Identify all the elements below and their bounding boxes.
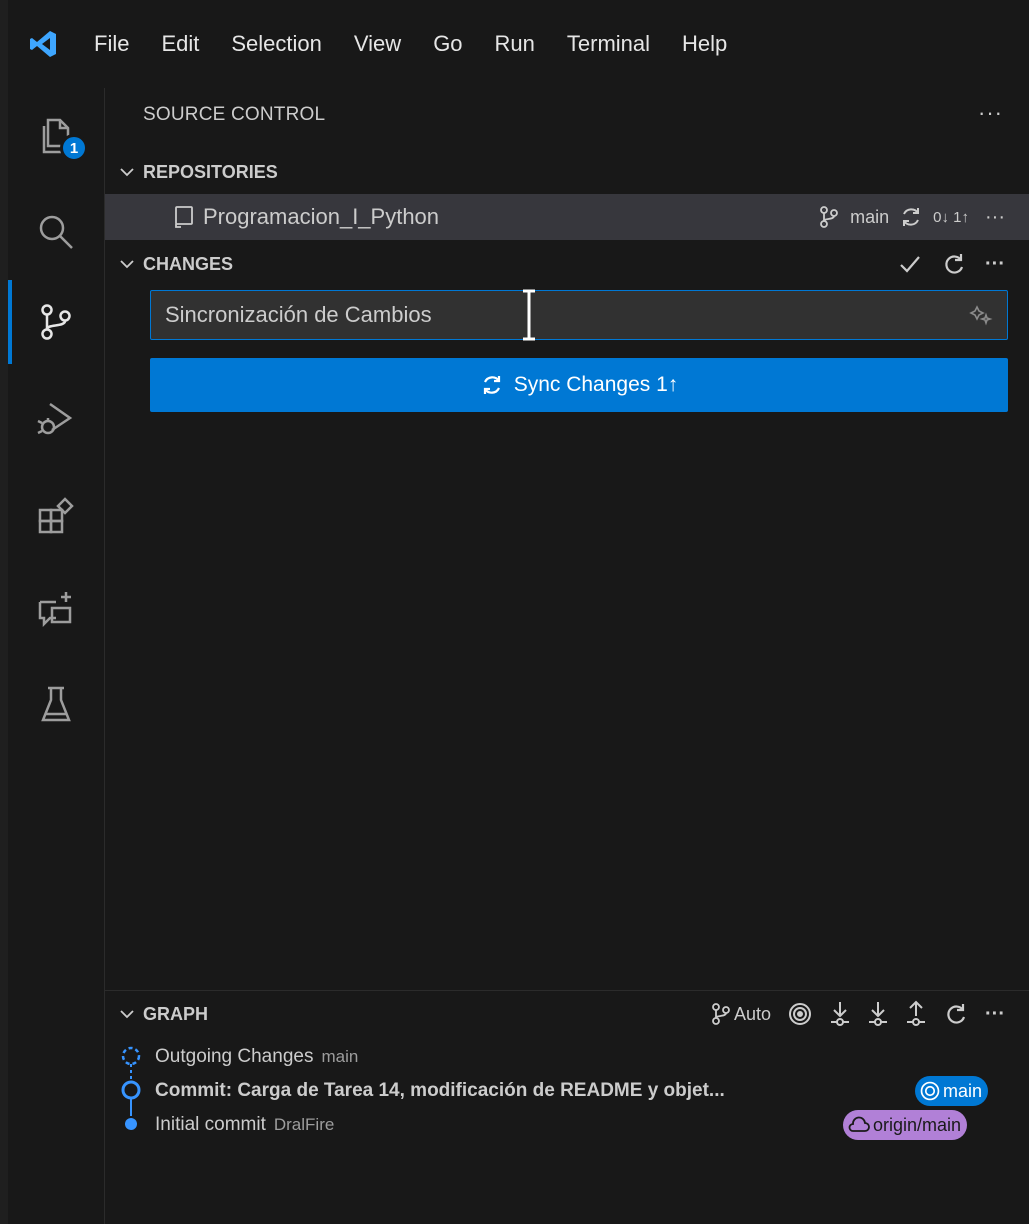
branch-icon [712, 1003, 730, 1025]
repositories-header[interactable]: REPOSITORIES [105, 150, 1029, 194]
menu-edit[interactable]: Edit [161, 27, 199, 61]
remote-branch-label: origin/main [873, 1114, 962, 1135]
extensions-icon [38, 497, 74, 534]
graph-row-outgoing[interactable]: Outgoing Changes main [155, 1040, 358, 1074]
activity-testing[interactable] [8, 656, 104, 752]
commit-message-input[interactable] [163, 301, 927, 329]
graph-branch-mode-label: Auto [733, 1003, 772, 1024]
graph-toolbar: Auto ··· [710, 1000, 1005, 1028]
refresh-icon[interactable] [943, 1001, 969, 1027]
remote-branch-pill: origin/main [843, 1110, 968, 1140]
sidebar-more-button[interactable]: ··· [978, 100, 1003, 126]
vscode-logo-icon [30, 31, 56, 57]
check-icon[interactable] [897, 251, 923, 277]
push-icon[interactable] [905, 1000, 927, 1028]
fetch-icon[interactable] [829, 1000, 851, 1028]
sync-icon[interactable] [899, 205, 923, 229]
menu-bar: File Edit Selection View Go Run Terminal… [8, 0, 1029, 88]
activity-bar: 1 [8, 88, 105, 1224]
vscode-window: File Edit Selection View Go Run Terminal… [8, 0, 1029, 1224]
source-control-icon [41, 304, 71, 340]
branch-icon[interactable] [818, 205, 840, 229]
graph-label: GRAPH [143, 1003, 209, 1024]
menu-file[interactable]: File [94, 27, 129, 61]
source-control-sidebar: SOURCE CONTROL ··· REPOSITORIES Programa… [105, 88, 1029, 1224]
changes-more-icon[interactable]: ··· [985, 253, 1005, 276]
repo-branch[interactable]: main [850, 207, 889, 228]
menu-terminal[interactable]: Terminal [567, 27, 650, 61]
explorer-badge: 1 [60, 134, 88, 162]
menu-view[interactable]: View [354, 27, 401, 61]
graph-lines [121, 1046, 141, 1130]
sync-changes-label: Sync Changes 1↑ [513, 373, 679, 396]
local-branch-label: main [943, 1080, 983, 1101]
sync-changes-button[interactable]: Sync Changes 1↑ [150, 358, 1008, 412]
text-cursor-icon [523, 289, 535, 341]
graph-row-title: Outgoing Changes [155, 1046, 314, 1067]
graph-divider [105, 990, 1029, 991]
graph-row-title: Initial commit [155, 1114, 266, 1135]
changes-label: CHANGES [143, 253, 234, 274]
activity-search[interactable] [8, 184, 104, 280]
repo-more-icon[interactable]: ··· [985, 206, 1005, 229]
changes-header[interactable]: CHANGES ··· [105, 242, 1029, 286]
graph-row-meta: DralFire [273, 1115, 335, 1134]
sidebar-title: SOURCE CONTROL [143, 104, 326, 125]
repo-icon [175, 206, 193, 228]
run-debug-icon [37, 402, 73, 435]
repo-sync-status[interactable]: 0↓ 1↑ [933, 209, 969, 226]
pull-icon[interactable] [867, 1000, 889, 1028]
graph-row-meta: main [321, 1047, 359, 1066]
menu-help[interactable]: Help [682, 27, 727, 61]
graph-header[interactable]: GRAPH Auto ··· [105, 992, 1029, 1036]
graph-row-commit[interactable]: Commit: Carga de Tarea 14, modificación … [155, 1074, 725, 1108]
commit-message-box[interactable] [150, 290, 1008, 340]
target-icon [920, 1081, 940, 1101]
search-icon [39, 215, 73, 249]
activity-chat[interactable] [8, 562, 104, 658]
graph-more-icon[interactable]: ··· [985, 1003, 1005, 1026]
repo-name: Programacion_I_Python [203, 204, 440, 229]
repositories-label: REPOSITORIES [143, 161, 278, 182]
chevron-down-icon [120, 168, 134, 177]
repository-row[interactable]: Programacion_I_Python main 0↓ 1↑ ··· [105, 194, 1029, 240]
graph-row-initial[interactable]: Initial commit DralFire [155, 1108, 334, 1142]
graph-row-title: Commit: Carga de Tarea 14, modificación … [155, 1080, 725, 1101]
activity-run-debug[interactable] [8, 370, 104, 466]
beaker-icon [41, 686, 71, 722]
activity-explorer[interactable]: 1 [8, 88, 104, 184]
activity-extensions[interactable] [8, 468, 104, 564]
cloud-icon [848, 1116, 870, 1132]
target-icon[interactable] [787, 1001, 813, 1027]
chat-sparkle-icon [38, 592, 72, 628]
activity-source-control[interactable] [8, 274, 104, 370]
sparkle-icon[interactable] [969, 303, 993, 327]
menu-selection[interactable]: Selection [231, 27, 322, 61]
menu-run[interactable]: Run [495, 27, 535, 61]
sync-icon [483, 376, 500, 394]
repo-status: main 0↓ 1↑ ··· [818, 194, 1005, 240]
local-branch-pill: main [915, 1076, 989, 1106]
chevron-down-icon [120, 1010, 134, 1019]
chevron-down-icon [120, 260, 134, 269]
refresh-icon[interactable] [941, 251, 967, 277]
changes-toolbar: ··· [897, 251, 1005, 277]
graph-branch-mode[interactable]: Auto [710, 1002, 771, 1026]
menu-go[interactable]: Go [433, 27, 462, 61]
